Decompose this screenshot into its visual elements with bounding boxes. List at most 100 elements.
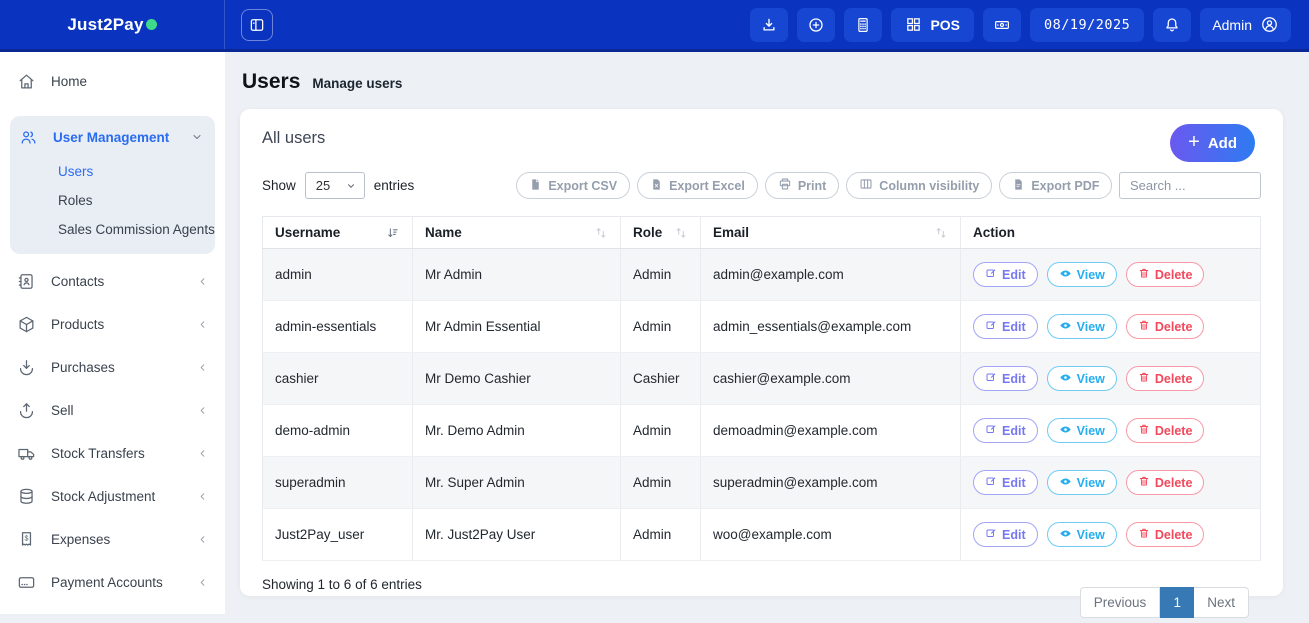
column-header-name[interactable]: Name xyxy=(413,217,621,249)
sort-icon xyxy=(934,226,948,240)
edit-button[interactable]: Edit xyxy=(973,314,1038,339)
sidebar-item-payment-accounts[interactable]: Payment Accounts xyxy=(0,561,225,604)
add-user-button[interactable]: + Add xyxy=(1170,124,1255,162)
users-table: Username Name xyxy=(262,216,1261,561)
edit-icon xyxy=(985,527,997,542)
chevron-down-icon xyxy=(191,131,203,143)
cell-email: demoadmin@example.com xyxy=(701,405,961,457)
cell-role: Cashier xyxy=(621,353,701,405)
sidebar-item-contacts[interactable]: Contacts xyxy=(0,260,225,303)
column-header-username[interactable]: Username xyxy=(263,217,413,249)
eye-icon xyxy=(1059,319,1072,335)
delete-button[interactable]: Delete xyxy=(1126,418,1205,443)
export-excel-button[interactable]: Export Excel xyxy=(637,172,758,199)
sidebar-item-purchases[interactable]: Purchases xyxy=(0,346,225,389)
search-input[interactable] xyxy=(1119,172,1261,199)
edit-label: Edit xyxy=(1002,268,1026,282)
table-row: admin Mr Admin Admin admin@example.com E… xyxy=(263,249,1261,301)
sort-icon xyxy=(674,226,688,240)
sidebar-item-label: Home xyxy=(51,74,87,89)
delete-label: Delete xyxy=(1155,424,1193,438)
delete-button[interactable]: Delete xyxy=(1126,470,1205,495)
cash-register-button[interactable] xyxy=(983,8,1021,42)
sidebar-item-user-management[interactable]: User Management xyxy=(10,117,215,157)
delete-button[interactable]: Delete xyxy=(1126,262,1205,287)
export-csv-button[interactable]: Export CSV xyxy=(516,172,630,199)
row-actions: Edit View Delete xyxy=(973,418,1248,443)
sidebar-subitem-sales-commission-agents[interactable]: Sales Commission Agents xyxy=(10,215,215,244)
sidebar-subitem-users[interactable]: Users xyxy=(10,157,215,186)
column-visibility-button[interactable]: Column visibility xyxy=(846,172,992,199)
file-pdf-icon xyxy=(1012,178,1025,194)
previous-page-button[interactable]: Previous xyxy=(1080,587,1161,618)
edit-button[interactable]: Edit xyxy=(973,522,1038,547)
calculator-button[interactable] xyxy=(844,8,882,42)
download-button[interactable] xyxy=(750,8,788,42)
edit-label: Edit xyxy=(1002,476,1026,490)
column-visibility-label: Column visibility xyxy=(879,179,979,193)
chevron-left-icon xyxy=(197,491,208,502)
row-actions: Edit View Delete xyxy=(973,470,1248,495)
view-button[interactable]: View xyxy=(1047,418,1117,443)
column-header-label: Action xyxy=(973,225,1015,240)
cell-name: Mr Admin Essential xyxy=(413,301,621,353)
user-circle-icon xyxy=(1260,15,1279,34)
delete-label: Delete xyxy=(1155,268,1193,282)
sidebar-item-products[interactable]: Products xyxy=(0,303,225,346)
sidebar-item-home[interactable]: Home xyxy=(0,60,225,103)
download-icon xyxy=(760,16,778,34)
pagination: Previous 1 Next xyxy=(1080,587,1249,618)
view-button[interactable]: View xyxy=(1047,314,1117,339)
view-label: View xyxy=(1077,268,1105,282)
home-icon xyxy=(17,72,36,91)
view-button[interactable]: View xyxy=(1047,522,1117,547)
logo[interactable]: Just2Pay xyxy=(0,0,225,49)
edit-button[interactable]: Edit xyxy=(973,262,1038,287)
admin-menu-button[interactable]: Admin xyxy=(1200,8,1291,42)
page-number-button[interactable]: 1 xyxy=(1160,587,1194,618)
cell-email: superadmin@example.com xyxy=(701,457,961,509)
credit-card-icon xyxy=(17,573,36,592)
trash-icon xyxy=(1138,319,1150,334)
edit-icon xyxy=(985,371,997,386)
sidebar-item-sell[interactable]: Sell xyxy=(0,389,225,432)
eye-icon xyxy=(1059,475,1072,491)
export-pdf-button[interactable]: Export PDF xyxy=(999,172,1112,199)
edit-button[interactable]: Edit xyxy=(973,418,1038,443)
entries-select[interactable]: 25 xyxy=(305,172,365,199)
delete-button[interactable]: Delete xyxy=(1126,522,1205,547)
cell-email: admin@example.com xyxy=(701,249,961,301)
cell-username: cashier xyxy=(263,353,413,405)
view-button[interactable]: View xyxy=(1047,470,1117,495)
table-row: admin-essentials Mr Admin Essential Admi… xyxy=(263,301,1261,353)
sidebar-toggle-button[interactable] xyxy=(241,9,273,41)
delete-button[interactable]: Delete xyxy=(1126,314,1205,339)
notifications-button[interactable] xyxy=(1153,8,1191,42)
cell-name: Mr Demo Cashier xyxy=(413,353,621,405)
column-header-email[interactable]: Email xyxy=(701,217,961,249)
sidebar-item-label: Stock Transfers xyxy=(51,446,145,461)
view-button[interactable]: View xyxy=(1047,366,1117,391)
cell-role: Admin xyxy=(621,405,701,457)
pos-button[interactable]: POS xyxy=(891,8,974,42)
sidebar-item-stock-adjustment[interactable]: Stock Adjustment xyxy=(0,475,225,518)
next-page-button[interactable]: Next xyxy=(1194,587,1249,618)
page-subtitle: Manage users xyxy=(312,76,402,91)
date-display[interactable]: 08/19/2025 xyxy=(1030,8,1144,42)
column-header-role[interactable]: Role xyxy=(621,217,701,249)
sidebar-toggle-icon xyxy=(248,16,266,34)
edit-button[interactable]: Edit xyxy=(973,470,1038,495)
add-quick-button[interactable] xyxy=(797,8,835,42)
sidebar-item-stock-transfers[interactable]: Stock Transfers xyxy=(0,432,225,475)
eye-icon xyxy=(1059,371,1072,387)
sidebar-subitem-roles[interactable]: Roles xyxy=(10,186,215,215)
print-button[interactable]: Print xyxy=(765,172,839,199)
edit-button[interactable]: Edit xyxy=(973,366,1038,391)
all-users-card: All users + Add Show 25 entries xyxy=(240,109,1283,596)
trash-icon xyxy=(1138,267,1150,282)
sidebar-item-reports[interactable]: Reports xyxy=(0,604,225,614)
delete-button[interactable]: Delete xyxy=(1126,366,1205,391)
view-button[interactable]: View xyxy=(1047,262,1117,287)
sidebar-item-label: Payment Accounts xyxy=(51,575,163,590)
sidebar-item-expenses[interactable]: $ Expenses xyxy=(0,518,225,561)
